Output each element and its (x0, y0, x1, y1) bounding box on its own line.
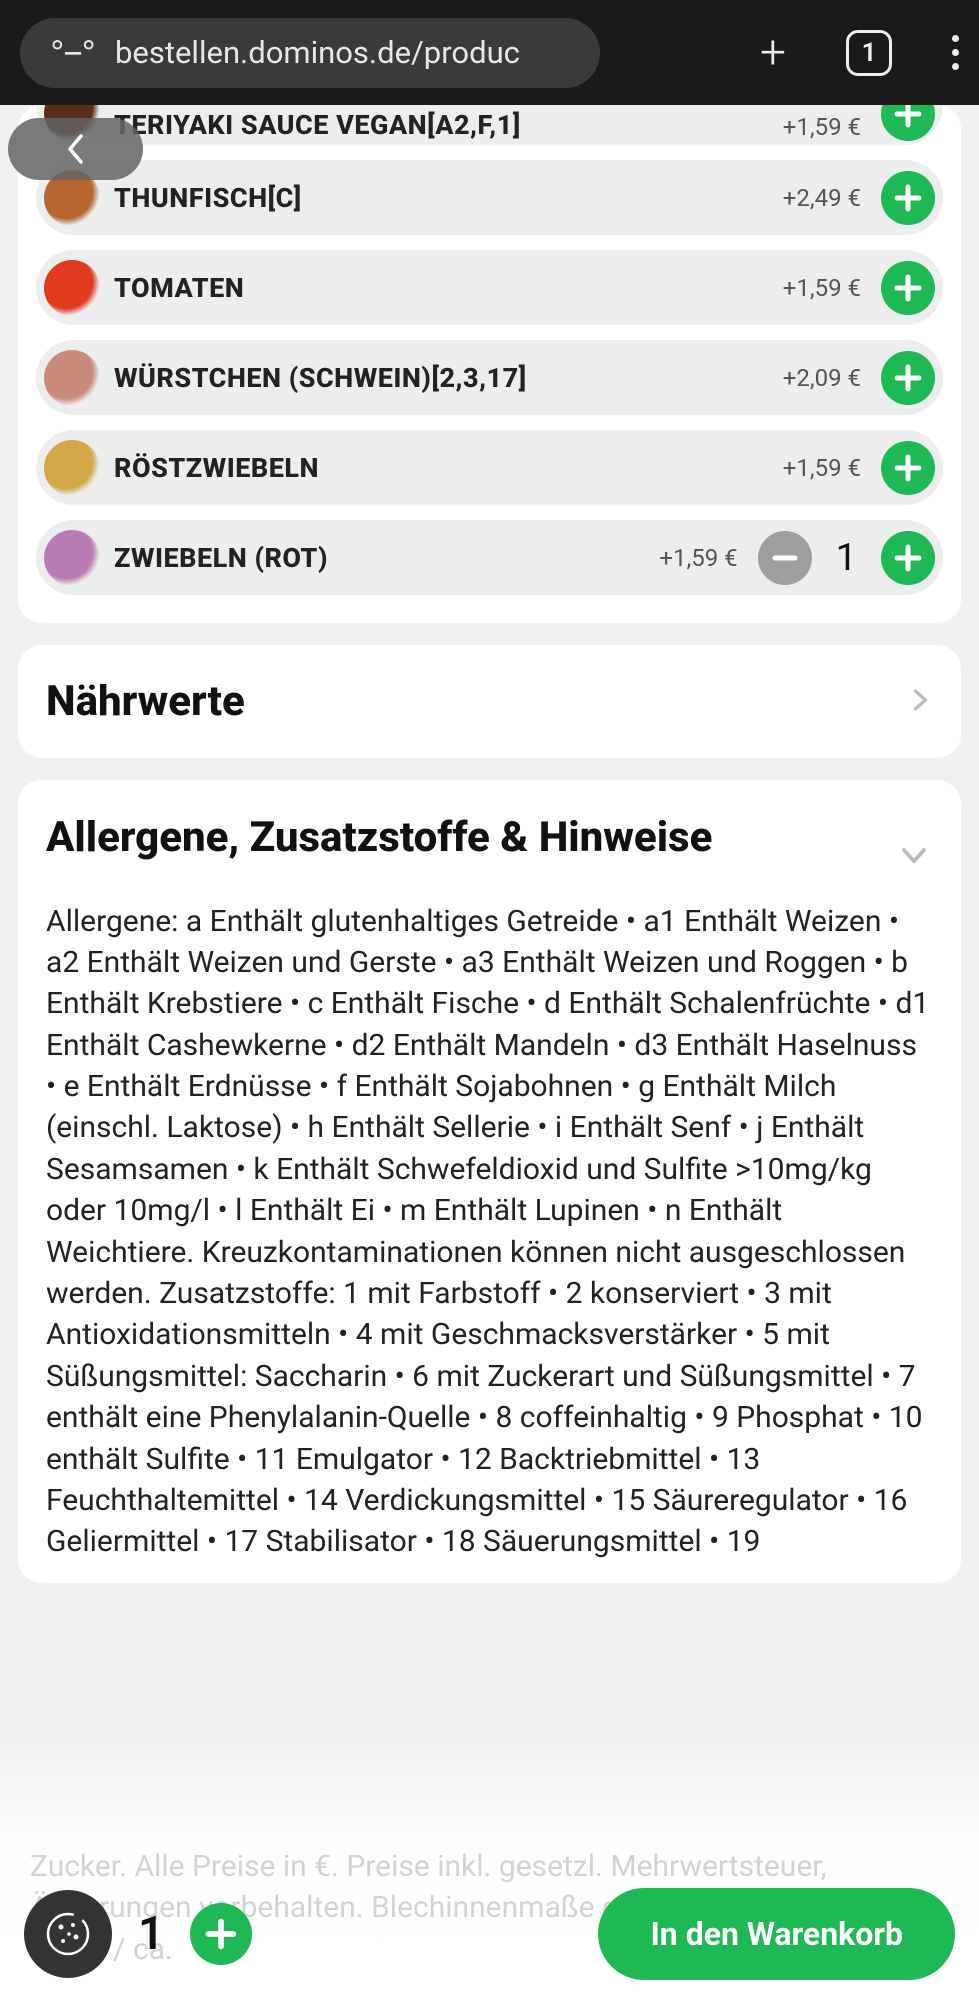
footer-quantity: 1 (138, 1907, 164, 1961)
chevron-down-icon[interactable] (899, 840, 929, 874)
plus-icon (893, 105, 923, 129)
url-text: bestellen.dominos.de/produc (115, 34, 520, 71)
topping-name: TOMATEN (114, 272, 769, 304)
topping-image (44, 530, 100, 586)
menu-icon[interactable] (952, 35, 959, 70)
topping-row: TERIYAKI SAUCE VEGAN[A2,F,1] +1,59 € (36, 105, 943, 145)
cookie-icon (43, 1909, 93, 1959)
plus-icon (204, 1917, 238, 1951)
cookie-settings-button[interactable] (24, 1890, 112, 1978)
decrement-button[interactable] (758, 531, 812, 585)
allergens-section: Allergene, Zusatzstoffe & Hinweise Aller… (18, 780, 961, 1583)
topping-name: TERIYAKI SAUCE VEGAN[A2,F,1] (114, 109, 769, 141)
topping-image (44, 440, 100, 496)
tab-switcher[interactable]: 1 (846, 30, 892, 76)
topping-price: +2,49 € (783, 184, 861, 212)
topping-name: THUNFISCH[C] (114, 182, 769, 214)
topping-price: +1,59 € (659, 544, 737, 572)
chevron-right-icon (907, 687, 933, 717)
add-to-cart-button[interactable]: In den Warenkorb (598, 1888, 955, 1980)
footer-add-button[interactable] (190, 1903, 252, 1965)
increment-button[interactable] (881, 351, 935, 405)
toppings-list: TERIYAKI SAUCE VEGAN[A2,F,1] +1,59 € THUNF… (18, 105, 961, 623)
plus-icon (893, 363, 923, 393)
topping-price: +1,59 € (783, 113, 861, 141)
plus-icon (893, 543, 923, 573)
topping-row: THUNFISCH[C] +2,49 € (36, 160, 943, 235)
site-settings-icon: °−° (48, 35, 95, 71)
topping-row: ZWIEBELN (ROT) +1,59 € 1 (36, 520, 943, 595)
topping-name: ZWIEBELN (ROT) (114, 542, 645, 574)
topping-price: +1,59 € (783, 454, 861, 482)
allergens-body: Allergene: a Enthält glutenhaltiges Getr… (46, 901, 933, 1563)
increment-button[interactable] (881, 531, 935, 585)
increment-button[interactable] (881, 441, 935, 495)
plus-icon (893, 273, 923, 303)
increment-button[interactable] (881, 171, 935, 225)
topping-image (44, 350, 100, 406)
topping-price: +2,09 € (783, 364, 861, 392)
increment-button[interactable] (881, 105, 935, 141)
topping-image (44, 260, 100, 316)
back-button[interactable] (8, 118, 143, 180)
topping-quantity: 1 (836, 536, 857, 580)
topping-row: RÖSTZWIEBELN +1,59 € (36, 430, 943, 505)
minus-icon (770, 543, 800, 573)
topping-name: WÜRSTCHEN (SCHWEIN)[2,3,17] (114, 362, 769, 394)
new-tab-icon[interactable]: + (760, 26, 786, 80)
footer-bar: 1 In den Warenkorb (0, 1888, 979, 1980)
topping-row: WÜRSTCHEN (SCHWEIN)[2,3,17] +2,09 € (36, 340, 943, 415)
url-bar[interactable]: °−° bestellen.dominos.de/produc (20, 18, 600, 88)
browser-bar: °−° bestellen.dominos.de/produc + 1 (0, 0, 979, 105)
topping-row: TOMATEN +1,59 € (36, 250, 943, 325)
allergens-title[interactable]: Allergene, Zusatzstoffe & Hinweise (46, 812, 933, 865)
topping-name: RÖSTZWIEBELN (114, 452, 769, 484)
plus-icon (893, 453, 923, 483)
topping-price: +1,59 € (783, 274, 861, 302)
nutrition-title: Nährwerte (46, 677, 245, 726)
nutrition-section[interactable]: Nährwerte (18, 645, 961, 758)
increment-button[interactable] (881, 261, 935, 315)
plus-icon (893, 183, 923, 213)
chevron-left-icon (66, 134, 86, 164)
